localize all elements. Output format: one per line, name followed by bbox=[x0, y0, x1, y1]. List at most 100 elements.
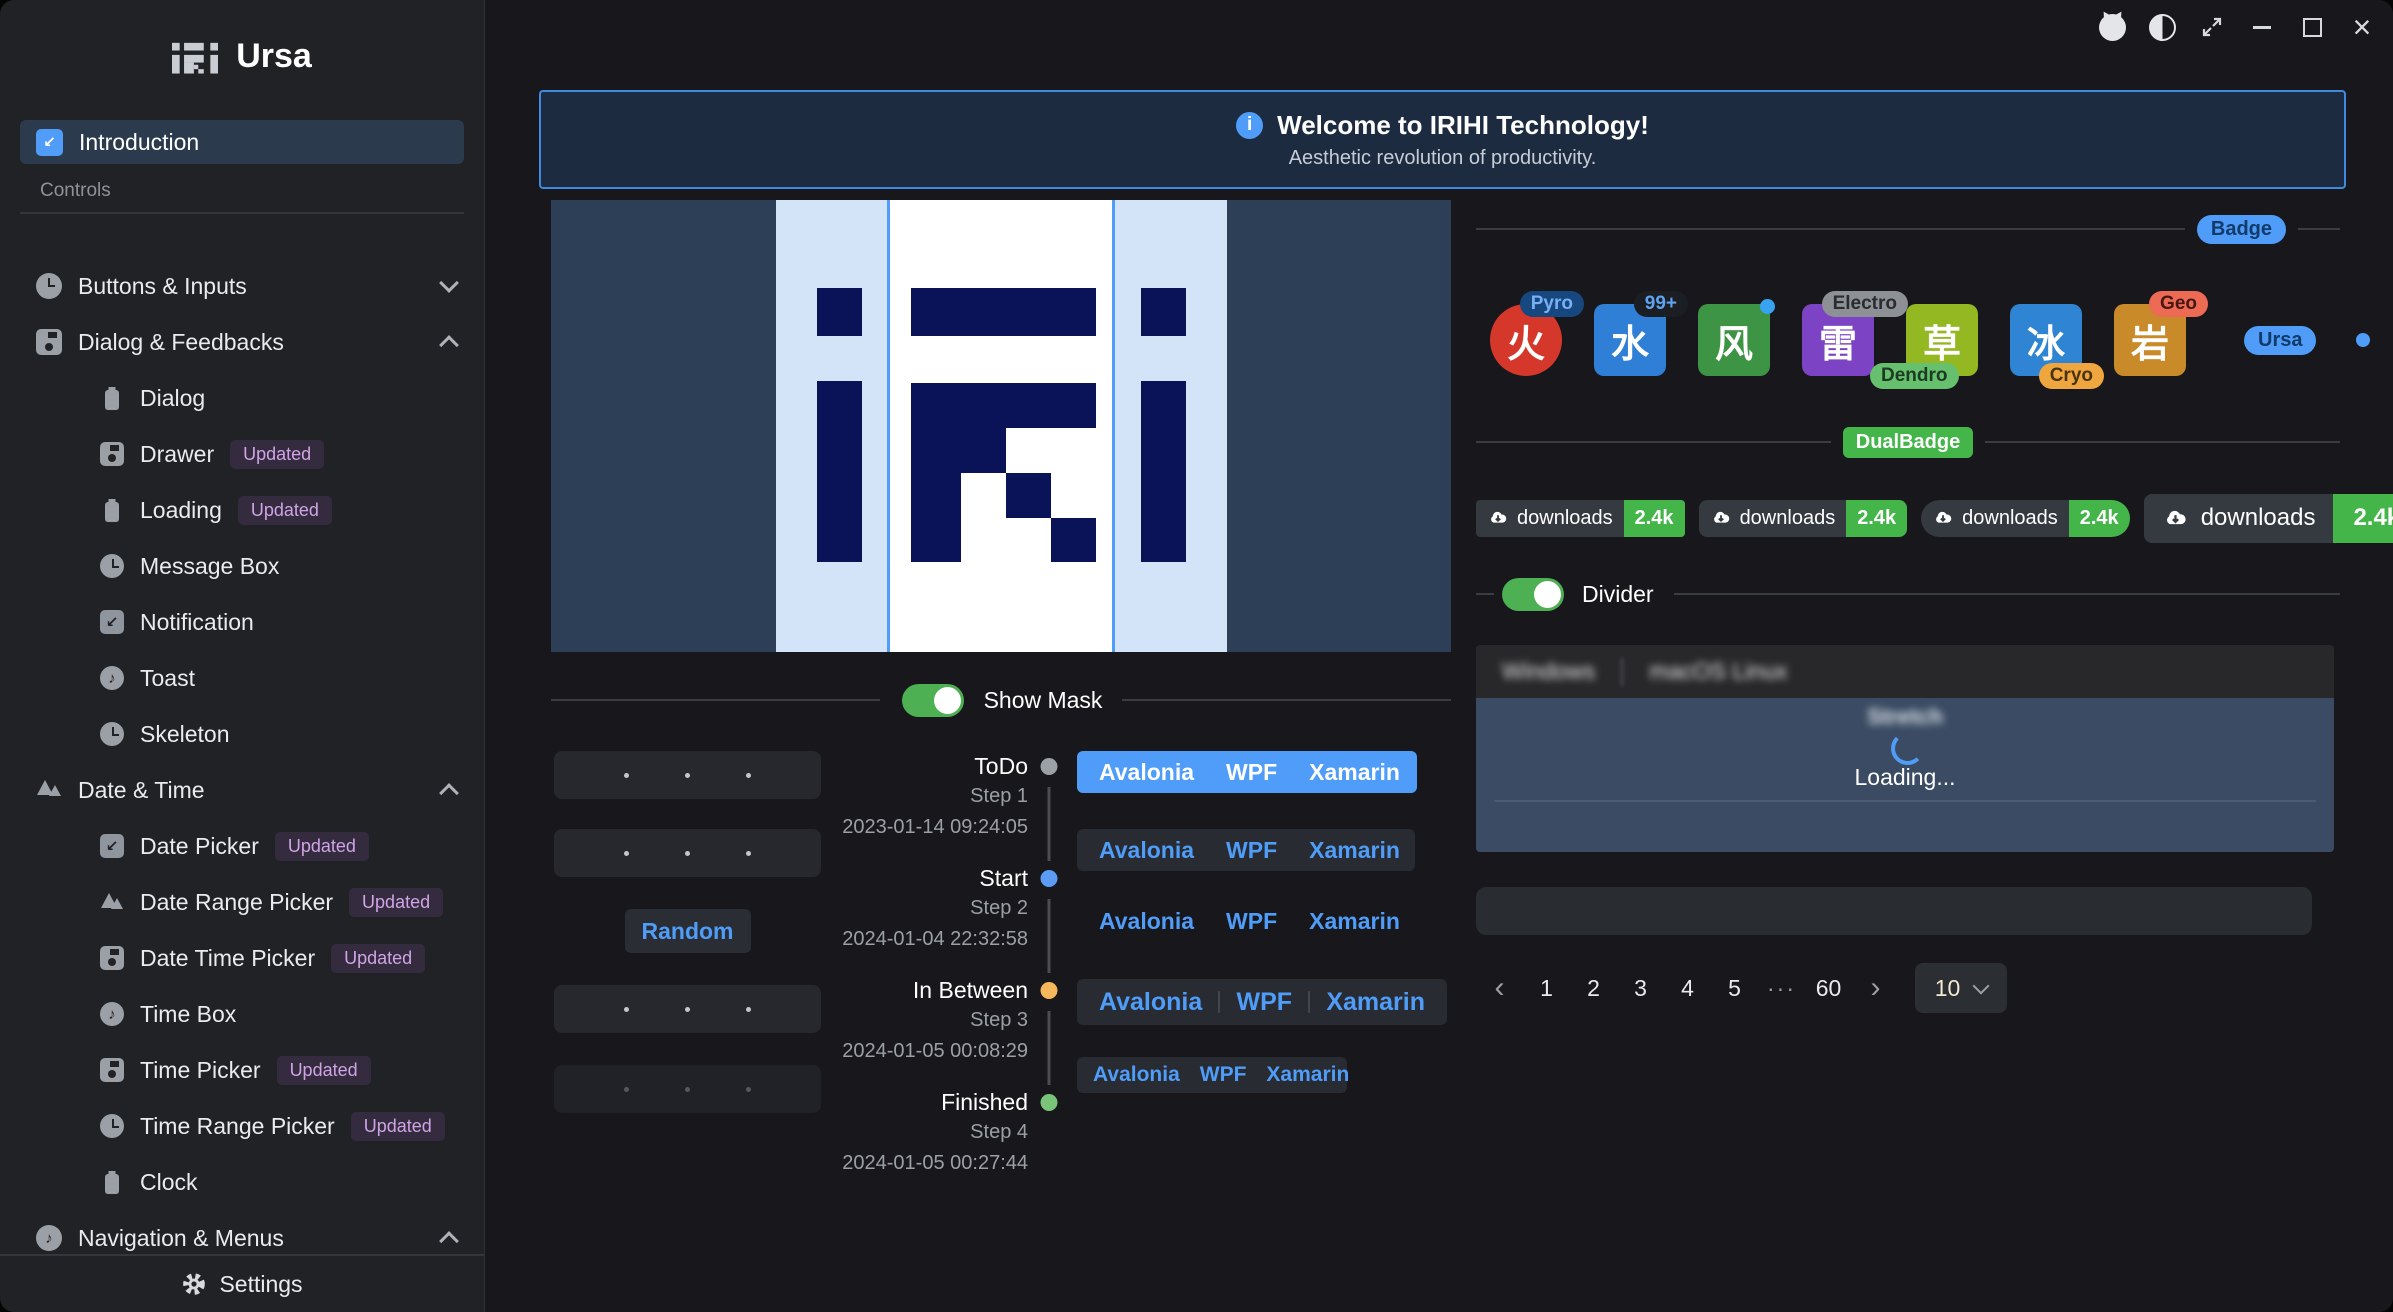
group-button-wpf[interactable]: WPF bbox=[1226, 837, 1277, 864]
sidebar-item-label: Skeleton bbox=[140, 721, 230, 748]
chevron-down-icon bbox=[439, 273, 459, 293]
group-button-xamarin[interactable]: Xamarin bbox=[1266, 1063, 1349, 1087]
divider-line bbox=[1476, 593, 1494, 595]
step-item-todo: ToDoStep 12023-01-14 09:24:05 bbox=[830, 751, 1070, 863]
group-button-avalonia[interactable]: Avalonia bbox=[1099, 988, 1202, 1017]
download-cloud-icon bbox=[1932, 507, 1954, 529]
sidebar-item-label: Navigation & Menus bbox=[78, 1225, 284, 1252]
divider-toggle[interactable] bbox=[1502, 578, 1564, 611]
badge-section-divider: Badge bbox=[1476, 214, 2340, 244]
corner-badge-dendro: Dendro bbox=[1870, 363, 1959, 389]
group-button-xamarin[interactable]: Xamarin bbox=[1309, 759, 1400, 786]
step-status-dot bbox=[1041, 758, 1058, 775]
tab-strip: Windows macOS Linux bbox=[1476, 645, 2334, 698]
sidebar-item-date-picker[interactable]: ↙Date PickerUpdated bbox=[0, 818, 484, 874]
dual-badge-label-text: downloads bbox=[1517, 507, 1613, 530]
badge-character: 岩 bbox=[2131, 313, 2169, 368]
group-button-xamarin[interactable]: Xamarin bbox=[1326, 988, 1425, 1017]
welcome-banner: i Welcome to IRIHI Technology! Aesthetic… bbox=[539, 90, 2346, 189]
chevron-up-icon bbox=[439, 783, 459, 803]
sidebar-item-introduction[interactable]: ↙ Introduction bbox=[20, 120, 464, 164]
sidebar-item-drawer[interactable]: DrawerUpdated bbox=[0, 426, 484, 482]
group-button-wpf[interactable]: WPF bbox=[1226, 759, 1277, 786]
sidebar-item-dialog[interactable]: Dialog bbox=[0, 370, 484, 426]
group-button-avalonia[interactable]: Avalonia bbox=[1099, 837, 1194, 864]
group-button-wpf[interactable]: WPF bbox=[1200, 1063, 1247, 1087]
pagination-next-button[interactable]: › bbox=[1852, 964, 1899, 1012]
group-button-xamarin[interactable]: Xamarin bbox=[1309, 908, 1400, 935]
pagination-prev-button[interactable]: ‹ bbox=[1476, 964, 1523, 1012]
show-mask-label: Show Mask bbox=[984, 687, 1103, 714]
dot-badge bbox=[1760, 299, 1775, 314]
badge-character: 水 bbox=[1611, 313, 1649, 368]
group-button-avalonia[interactable]: Avalonia bbox=[1099, 759, 1194, 786]
group-button-wpf[interactable]: WPF bbox=[1237, 988, 1293, 1017]
maximize-button[interactable] bbox=[2295, 10, 2329, 44]
badge-demo-: 岩Geo bbox=[2114, 304, 2186, 376]
app-name: Ursa bbox=[236, 37, 312, 76]
sidebar-item-date-time-picker[interactable]: Date Time PickerUpdated bbox=[0, 930, 484, 986]
sidebar-item-time-box[interactable]: ♪Time Box bbox=[0, 986, 484, 1042]
show-mask-toggle[interactable] bbox=[902, 684, 964, 717]
sidebar-item-time-picker[interactable]: Time PickerUpdated bbox=[0, 1042, 484, 1098]
sidebar-item-date-time[interactable]: Date & Time bbox=[0, 762, 484, 818]
group-button-avalonia[interactable]: Avalonia bbox=[1093, 1063, 1180, 1087]
clock-icon bbox=[36, 273, 62, 299]
badge-demo-: 雷Electro bbox=[1802, 304, 1874, 376]
badge-demo-: 风 bbox=[1698, 304, 1770, 376]
sidebar-item-skeleton[interactable]: Skeleton bbox=[0, 706, 484, 762]
pagination-page-4[interactable]: 4 bbox=[1664, 964, 1711, 1012]
group-button-xamarin[interactable]: Xamarin bbox=[1309, 837, 1400, 864]
sidebar-item-loading[interactable]: LoadingUpdated bbox=[0, 482, 484, 538]
pagination-page-1[interactable]: 1 bbox=[1523, 964, 1570, 1012]
theme-toggle-button[interactable] bbox=[2145, 10, 2179, 44]
sidebar-item-buttons-inputs[interactable]: Buttons & Inputs bbox=[0, 258, 484, 314]
sidebar-item-label: Dialog & Feedbacks bbox=[78, 329, 284, 356]
close-button[interactable]: × bbox=[2345, 10, 2379, 44]
button-group-dark: Avalonia WPF Xamarin bbox=[1077, 829, 1415, 871]
sidebar-item-label: Buttons & Inputs bbox=[78, 273, 247, 300]
sidebar-item-message-box[interactable]: Message Box bbox=[0, 538, 484, 594]
random-button[interactable]: Random bbox=[625, 909, 751, 953]
sidebar-item-notification[interactable]: ↙Notification bbox=[0, 594, 484, 650]
group-separator bbox=[1308, 991, 1310, 1013]
sidebar-item-dialog-feedbacks[interactable]: Dialog & Feedbacks bbox=[0, 314, 484, 370]
pagination-page-5[interactable]: 5 bbox=[1711, 964, 1758, 1012]
sidebar: Ursa ↙ Introduction Controls Buttons & I… bbox=[0, 0, 485, 1312]
sidebar-section-label: Controls bbox=[40, 180, 484, 202]
sidebar-item-clock[interactable]: Clock bbox=[0, 1154, 484, 1210]
tab-macos-linux[interactable]: macOS Linux bbox=[1649, 658, 1787, 685]
hero-image bbox=[551, 200, 1451, 652]
divider-line bbox=[551, 699, 880, 701]
corner-badge-electro: Electro bbox=[1822, 291, 1908, 317]
group-button-wpf[interactable]: WPF bbox=[1226, 908, 1277, 935]
pagination-ellipsis[interactable]: ··· bbox=[1758, 964, 1805, 1012]
sidebar-item-time-range-picker[interactable]: Time Range PickerUpdated bbox=[0, 1098, 484, 1154]
step-status-dot bbox=[1041, 982, 1058, 999]
sidebar-item-toast[interactable]: ♪Toast bbox=[0, 650, 484, 706]
group-button-avalonia[interactable]: Avalonia bbox=[1099, 908, 1194, 935]
sidebar-item-date-range-picker[interactable]: Date Range PickerUpdated bbox=[0, 874, 484, 930]
minimize-button[interactable] bbox=[2245, 10, 2279, 44]
badges-demo: 火Pyro水99+风雷Electro草Dendro冰Cryo岩GeoUrsa bbox=[1476, 288, 2340, 392]
gear-icon bbox=[181, 1271, 207, 1297]
tab-separator bbox=[1621, 658, 1623, 686]
step-title: Start bbox=[830, 863, 1028, 893]
sidebar-item-navigation-menus[interactable]: ♪Navigation & Menus bbox=[0, 1210, 484, 1254]
pagination-page-2[interactable]: 2 bbox=[1570, 964, 1617, 1012]
sidebar-item-label: Date Range Picker bbox=[140, 889, 333, 916]
pagination-page-60[interactable]: 60 bbox=[1805, 964, 1852, 1012]
badge-divider-pill: Badge bbox=[2197, 215, 2286, 244]
github-button[interactable] bbox=[2095, 10, 2129, 44]
sidebar-item-label: Time Box bbox=[140, 1001, 236, 1028]
dualbadge-section-divider: DualBadge bbox=[1476, 426, 2340, 458]
step-item-start: StartStep 22024-01-04 22:32:58 bbox=[830, 863, 1070, 975]
settings-button[interactable]: Settings bbox=[0, 1254, 484, 1312]
fullscreen-button[interactable] bbox=[2195, 10, 2229, 44]
battery-icon bbox=[100, 498, 124, 522]
dual-badge-v4: downloads2.4k bbox=[2144, 494, 2393, 543]
tab-windows[interactable]: Windows bbox=[1502, 658, 1595, 685]
pagination-page-3[interactable]: 3 bbox=[1617, 964, 1664, 1012]
page-size-dropdown[interactable]: 10 bbox=[1915, 963, 2007, 1013]
dual-badges-demo: downloads2.4kdownloads2.4kdownloads2.4kd… bbox=[1476, 490, 2393, 546]
